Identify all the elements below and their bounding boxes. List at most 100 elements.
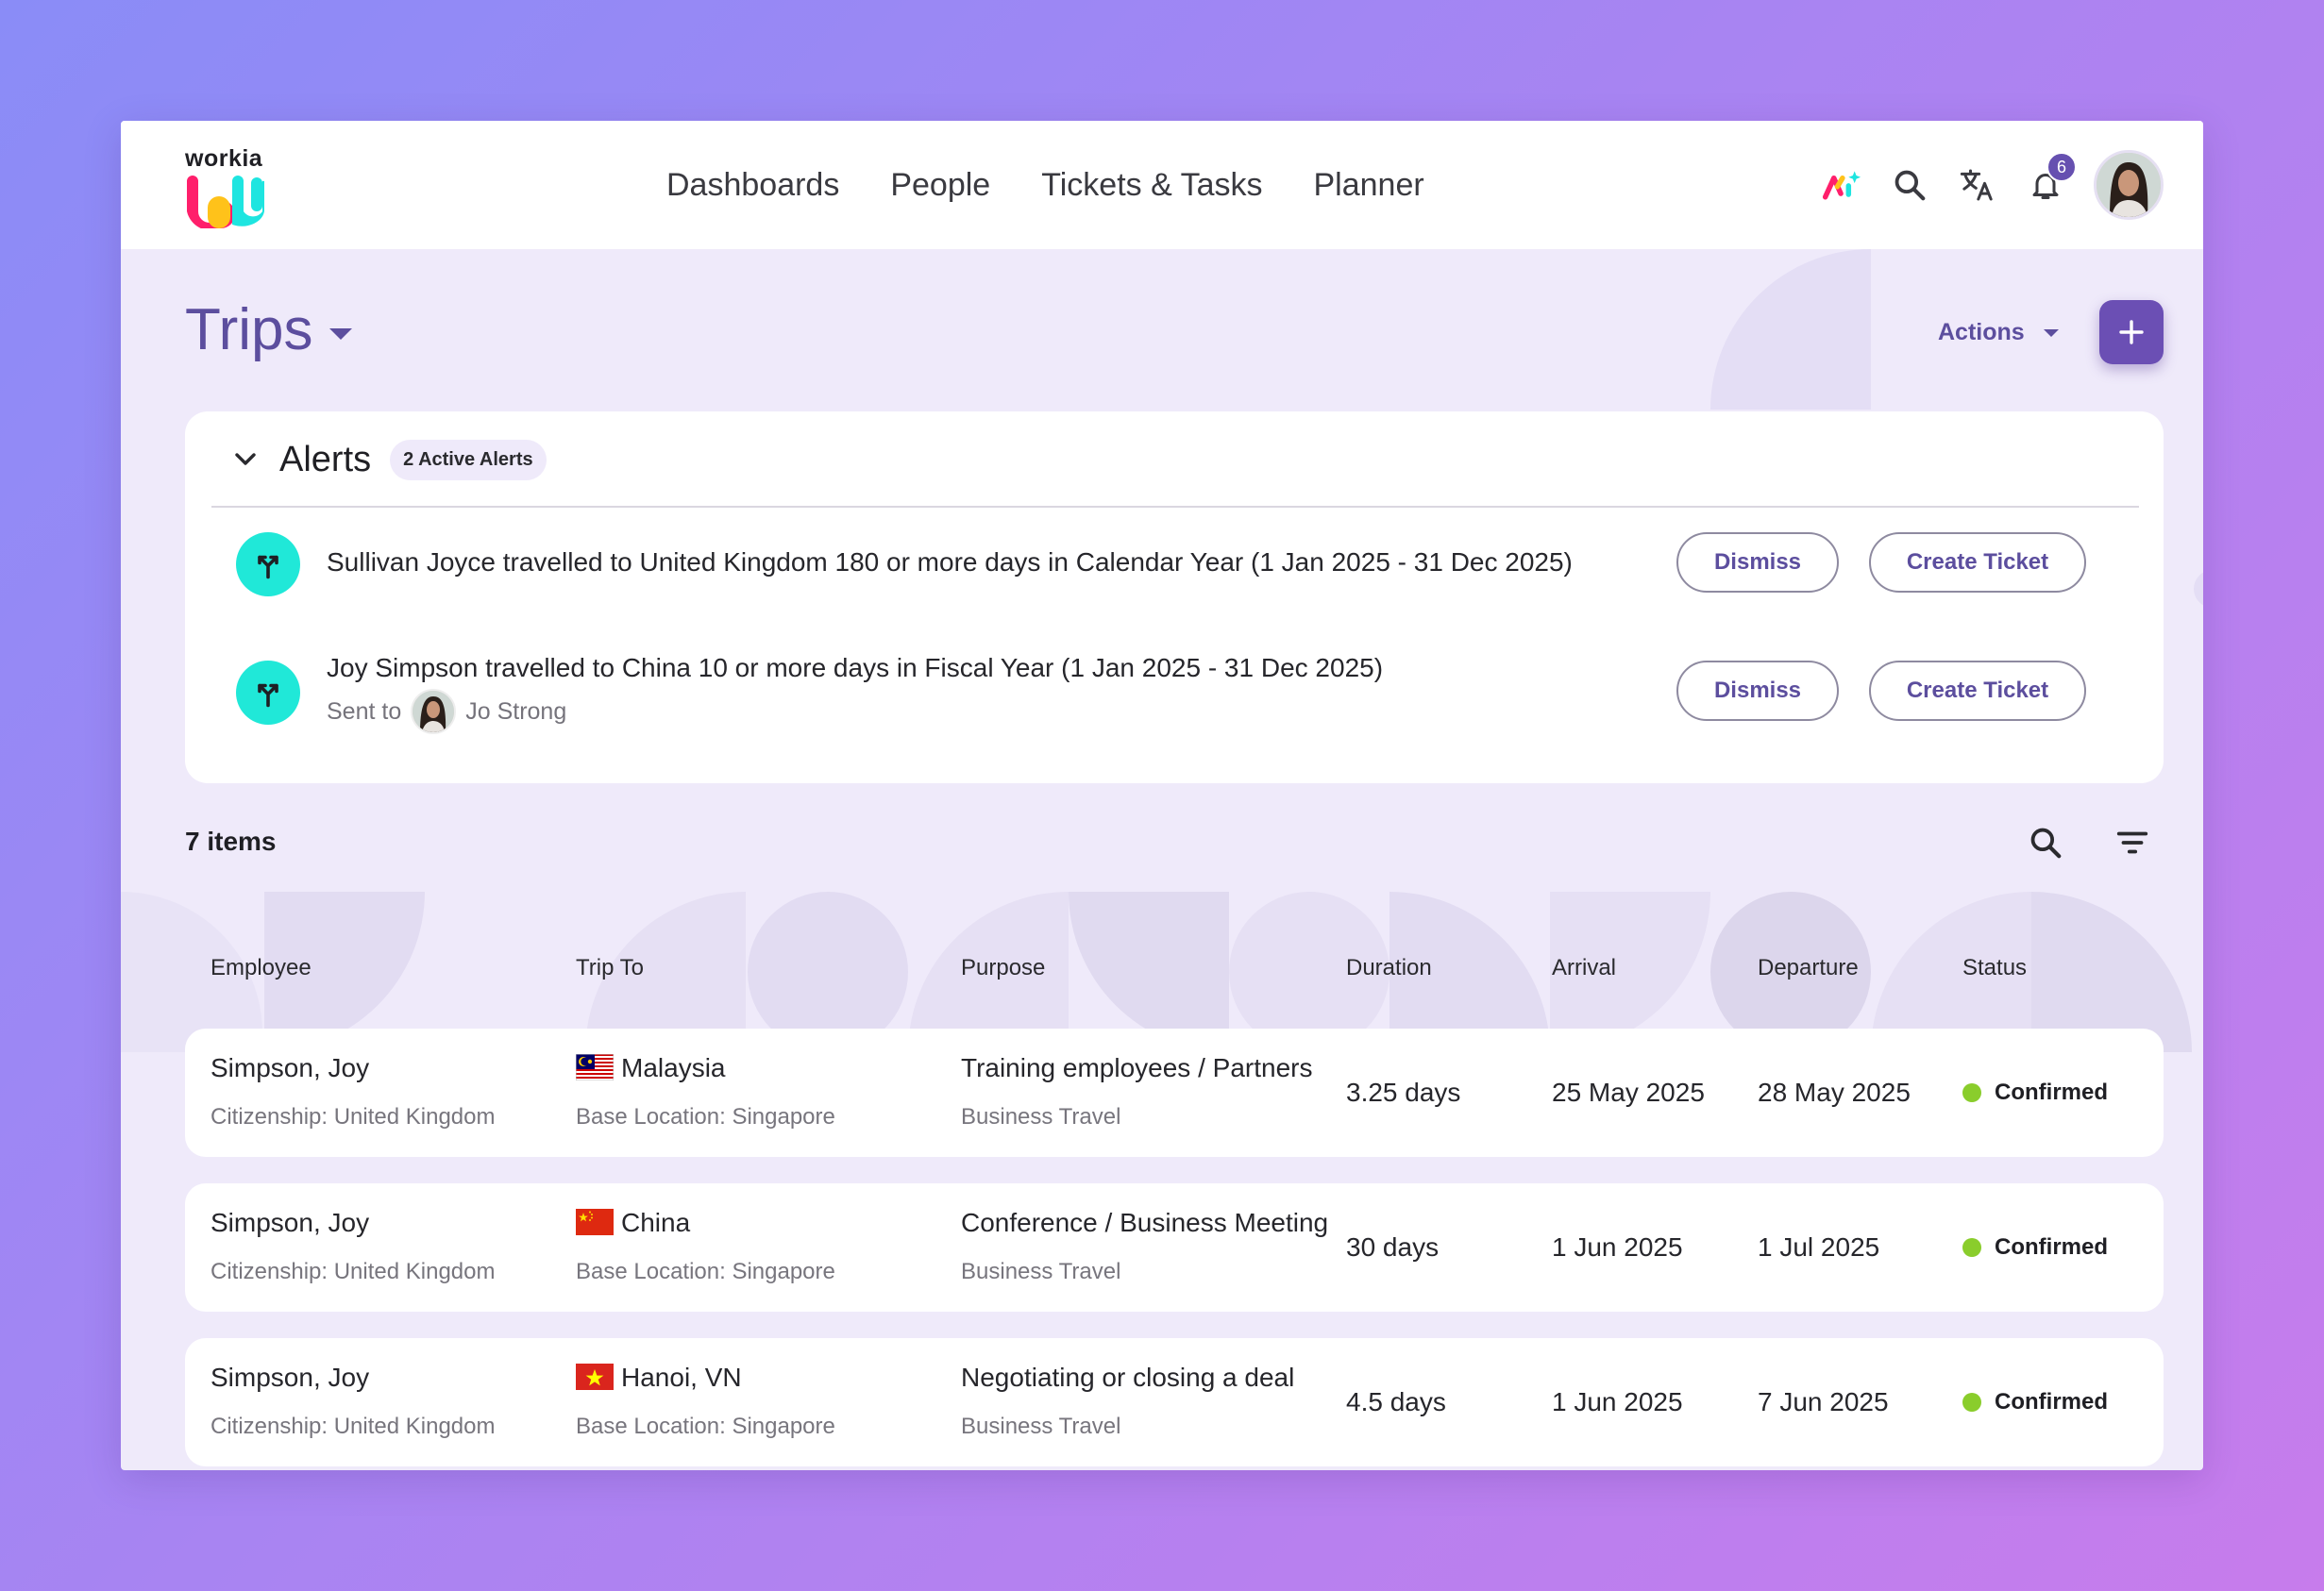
search-icon[interactable] [1890, 165, 1929, 205]
column-header-duration[interactable]: Duration [1346, 955, 1432, 981]
trip-destination: Hanoi, VN [576, 1363, 742, 1393]
vietnam-flag-icon [576, 1363, 614, 1390]
base-location: Base Location: Singapore [576, 1259, 835, 1284]
arrival-date: 1 Jun 2025 [1552, 1232, 1683, 1262]
alerts-divider [211, 506, 2139, 508]
employee-citizenship: Citizenship: United Kingdom [211, 1104, 496, 1130]
nav-tickets-tasks[interactable]: Tickets & Tasks [1041, 167, 1262, 204]
status-dot-icon [1962, 1083, 1981, 1102]
top-navigation-bar: workia Dashboards People Tickets & Tasks… [121, 121, 2203, 249]
caret-down-icon [2043, 328, 2059, 337]
purpose-type: Business Travel [961, 1259, 1121, 1284]
trip-country: Hanoi, VN [621, 1363, 742, 1392]
dismiss-button[interactable]: Dismiss [1676, 532, 1839, 593]
user-avatar[interactable] [2094, 150, 2164, 220]
notification-count-badge: 6 [2046, 152, 2077, 182]
alert-message: Sullivan Joyce travelled to United Kingd… [327, 547, 1573, 577]
trip-duration: 3.25 days [1346, 1078, 1461, 1107]
employee-citizenship: Citizenship: United Kingdom [211, 1259, 496, 1284]
page-title: Trips [185, 297, 313, 362]
app-window: workia Dashboards People Tickets & Tasks… [121, 121, 2203, 1470]
trip-purpose: Training employees / Partners [961, 1053, 1313, 1082]
items-count: 7 items [185, 827, 277, 856]
filter-icon[interactable] [2114, 825, 2150, 865]
employee-name: Simpson, Joy [211, 1208, 370, 1237]
trip-destination: China [576, 1208, 690, 1238]
logo-wordmark: workia [185, 145, 263, 172]
column-header-status[interactable]: Status [1962, 955, 2027, 981]
add-trip-button[interactable] [2099, 300, 2164, 364]
column-header-departure[interactable]: Departure [1758, 955, 1859, 981]
caret-down-icon [329, 327, 353, 340]
nav-planner[interactable]: Planner [1314, 167, 1424, 204]
workia-logo[interactable]: workia [185, 145, 279, 240]
main-nav: Dashboards People Tickets & Tasks Planne… [666, 121, 1424, 249]
status-dot-icon [1962, 1238, 1981, 1257]
decorative-shape [1710, 249, 1871, 410]
status-label: Confirmed [1995, 1080, 2108, 1105]
status-label: Confirmed [1995, 1389, 2108, 1415]
nav-people[interactable]: People [890, 167, 990, 204]
table-row[interactable]: Simpson, Joy Citizenship: United Kingdom… [185, 1338, 2164, 1466]
status-badge: Confirmed [1962, 1234, 2108, 1261]
table-row[interactable]: Simpson, Joy Citizenship: United Kingdom… [185, 1029, 2164, 1157]
active-alerts-badge: 2 Active Alerts [390, 439, 547, 480]
china-flag-icon [576, 1208, 614, 1235]
departure-date: 28 May 2025 [1758, 1078, 1911, 1107]
column-header-purpose[interactable]: Purpose [961, 955, 1045, 981]
alerts-header[interactable]: Alerts 2 Active Alerts [230, 430, 547, 489]
trip-purpose: Conference / Business Meeting [961, 1208, 1329, 1237]
status-dot-icon [1962, 1393, 1981, 1412]
create-ticket-button[interactable]: Create Ticket [1869, 661, 2086, 721]
trip-country: China [621, 1208, 691, 1237]
page-title-dropdown[interactable]: Trips [185, 296, 353, 363]
logo-mark [187, 176, 264, 228]
trip-duration: 4.5 days [1346, 1387, 1446, 1416]
plus-icon [2119, 320, 2144, 344]
departure-date: 7 Jun 2025 [1758, 1387, 1889, 1416]
recipient-avatar [411, 689, 457, 734]
alerts-title: Alerts [279, 439, 372, 479]
sent-to-label: Sent to [327, 697, 402, 725]
decorative-shape [2194, 570, 2203, 608]
alerts-panel: Alerts 2 Active Alerts Sullivan Joyce tr… [185, 411, 2164, 783]
top-actions: 6 [1822, 149, 2164, 221]
trip-purpose: Negotiating or closing a deal [961, 1363, 1295, 1392]
search-icon[interactable] [2028, 825, 2063, 865]
column-header-arrival[interactable]: Arrival [1552, 955, 1616, 981]
nav-dashboards[interactable]: Dashboards [666, 167, 839, 204]
create-ticket-button[interactable]: Create Ticket [1869, 532, 2086, 593]
status-badge: Confirmed [1962, 1389, 2108, 1415]
dismiss-button[interactable]: Dismiss [1676, 661, 1839, 721]
column-header-employee[interactable]: Employee [211, 955, 312, 981]
base-location: Base Location: Singapore [576, 1414, 835, 1439]
status-badge: Confirmed [1962, 1080, 2108, 1106]
sent-to-name[interactable]: Jo Strong [465, 698, 566, 726]
bell-icon[interactable]: 6 [2026, 152, 2077, 205]
alert-message: Joy Simpson travelled to China 10 or mor… [327, 653, 1384, 682]
trip-duration: 30 days [1346, 1232, 1440, 1262]
chevron-down-icon[interactable] [230, 444, 261, 475]
alert-item: Sullivan Joyce travelled to United Kingd… [236, 532, 2124, 598]
departure-date: 1 Jul 2025 [1758, 1232, 1880, 1262]
base-location: Base Location: Singapore [576, 1104, 835, 1130]
arrival-date: 1 Jun 2025 [1552, 1387, 1683, 1416]
actions-label: Actions [1938, 319, 2025, 345]
travel-split-icon [236, 532, 300, 596]
column-header-trip-to[interactable]: Trip To [576, 955, 644, 981]
translate-icon[interactable] [1958, 165, 1997, 205]
employee-citizenship: Citizenship: United Kingdom [211, 1414, 496, 1439]
table-row[interactable]: Simpson, Joy Citizenship: United Kingdom… [185, 1183, 2164, 1312]
malaysia-flag-icon [576, 1053, 614, 1080]
purpose-type: Business Travel [961, 1414, 1121, 1439]
trip-destination: Malaysia [576, 1053, 725, 1083]
employee-name: Simpson, Joy [211, 1363, 370, 1392]
purpose-type: Business Travel [961, 1104, 1121, 1130]
arrival-date: 25 May 2025 [1552, 1078, 1705, 1107]
trip-country: Malaysia [621, 1053, 726, 1082]
ai-sparkle-icon[interactable] [1822, 165, 1861, 205]
employee-name: Simpson, Joy [211, 1053, 370, 1082]
alert-item: Joy Simpson travelled to China 10 or mor… [236, 653, 2124, 734]
travel-split-icon [236, 661, 300, 725]
actions-menu-button[interactable]: Actions [1938, 319, 2059, 346]
